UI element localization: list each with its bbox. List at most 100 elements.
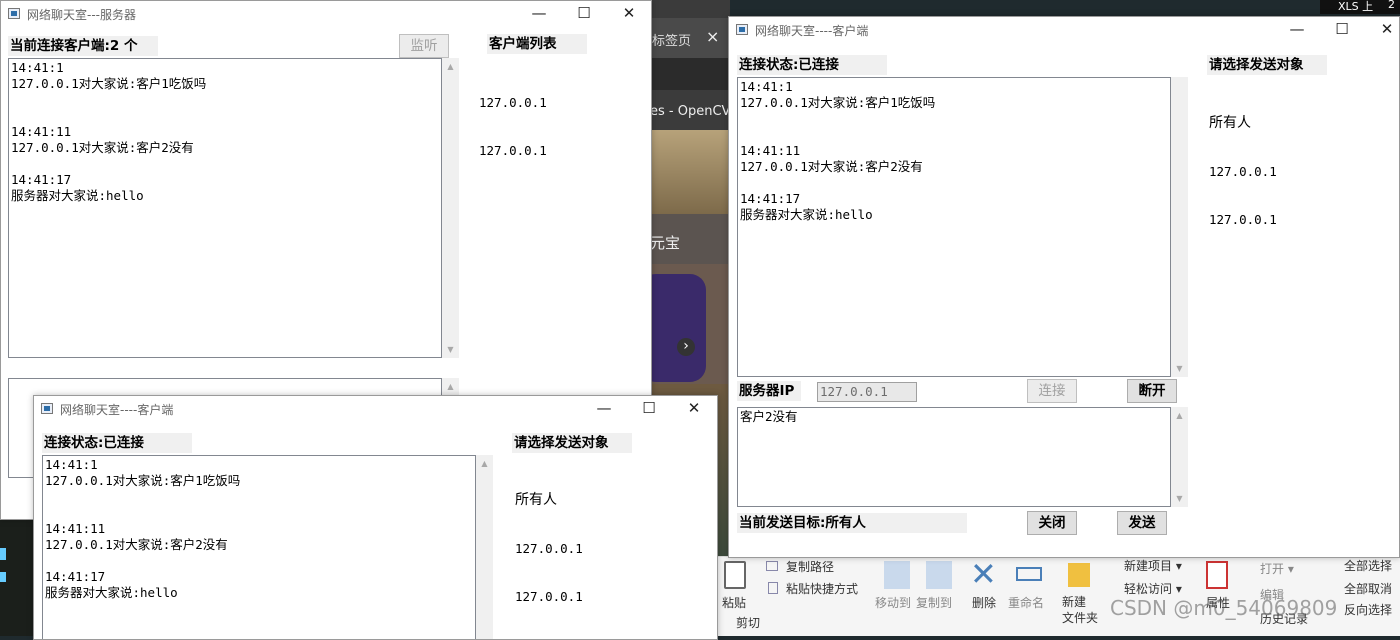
browser-panel: 元宝 [650, 214, 730, 264]
client-list[interactable]: 127.0.0.1 127.0.0.1 [479, 63, 547, 191]
browser-banner [650, 130, 730, 214]
client-titlebar: 网络聊天室----客户端 — ☐ ✕ [34, 396, 717, 422]
list-item[interactable]: 所有人 [515, 492, 583, 509]
browser-toolbar [650, 58, 730, 90]
ribbon-select-none[interactable]: 全部取消 [1344, 580, 1392, 597]
shortcut-icon [768, 582, 778, 594]
client-list-header: 客户端列表 [487, 34, 587, 54]
paste-icon [724, 561, 746, 589]
client-titlebar: 网络聊天室----客户端 — ☐ ✕ [729, 17, 1399, 43]
ribbon-select-all[interactable]: 全部选择 [1344, 557, 1392, 574]
minimize-icon[interactable]: — [582, 396, 626, 422]
new-folder-icon [1068, 563, 1090, 587]
target-list[interactable]: 所有人 127.0.0.1 127.0.0.1 [1209, 83, 1277, 260]
server-ip-label: 服务器IP [737, 381, 801, 401]
copy-path-icon [766, 561, 778, 571]
ribbon-new-folder[interactable]: 新建 文件夹 [1062, 594, 1098, 626]
browser-tab-close-icon[interactable]: × [706, 27, 719, 46]
target-list[interactable]: 所有人 127.0.0.1 127.0.0.1 [515, 460, 583, 637]
scroll-down-icon[interactable]: ▼ [1171, 360, 1188, 377]
ribbon-paste-shortcut[interactable]: 粘贴快捷方式 [786, 580, 858, 597]
app-icon [8, 8, 20, 19]
scroll-up-icon[interactable]: ▲ [1171, 407, 1188, 424]
list-item[interactable]: 所有人 [1209, 115, 1277, 132]
compose-input[interactable]: 客户2没有 [737, 407, 1171, 507]
server-window-title: 网络聊天室---服务器 [27, 8, 136, 22]
scroll-down-icon[interactable]: ▼ [1171, 490, 1188, 507]
ribbon-move-to[interactable]: 移动到 [875, 594, 911, 611]
listen-button[interactable]: 监听 [399, 34, 449, 58]
delete-icon: ✕ [970, 555, 997, 593]
close-icon[interactable]: ✕ [607, 1, 651, 27]
scroll-up-icon[interactable]: ▲ [442, 378, 459, 395]
server-log-scrollbar[interactable]: ▲ ▼ [442, 58, 459, 358]
disconnect-button[interactable]: 断开 [1127, 379, 1177, 403]
ribbon-invert-selection[interactable]: 反向选择 [1344, 601, 1392, 618]
copy-to-icon [926, 561, 952, 589]
server-ip-input[interactable]: 127.0.0.1 [817, 382, 917, 402]
terminal-cursor-2 [0, 572, 6, 582]
scroll-up-icon[interactable]: ▲ [476, 455, 493, 472]
chat-log-scrollbar[interactable]: ▼ [1171, 77, 1188, 377]
browser-tab-strip: 标签页 × [650, 18, 730, 58]
browser-text: 元宝 [650, 234, 681, 252]
csdn-watermark: CSDN @m0_54069809 [1110, 596, 1338, 620]
current-target: 当前发送目标:所有人 [737, 513, 967, 533]
move-to-icon [884, 561, 910, 589]
close-icon[interactable]: ✕ [672, 396, 716, 422]
browser-link[interactable]: es - OpenCV [650, 104, 730, 119]
send-button[interactable]: 发送 [1117, 511, 1167, 535]
minimize-icon[interactable]: — [1275, 17, 1319, 43]
close-icon[interactable]: ✕ [1365, 17, 1399, 43]
target-header: 请选择发送对象 [512, 433, 632, 453]
app-icon [736, 24, 748, 35]
browser-next-icon[interactable]: › [677, 338, 695, 356]
server-client-count: 当前连接客户端:2 个 [8, 36, 158, 56]
ribbon-open[interactable]: 打开 ▾ [1260, 560, 1294, 577]
maximize-icon[interactable]: ☐ [562, 1, 606, 27]
ribbon-delete[interactable]: 删除 [972, 594, 996, 611]
client-window-title: 网络聊天室----客户端 [60, 403, 174, 417]
chat-log[interactable]: 14:41:1 127.0.0.1对大家说:客户1吃饭吗 14:41:11 12… [42, 455, 476, 639]
ribbon-cut[interactable]: 剪切 [736, 614, 760, 631]
client-window-right: 网络聊天室----客户端 — ☐ ✕ 连接状态:已连接 请选择发送对象 14:4… [728, 16, 1400, 558]
list-item[interactable]: 127.0.0.1 [1209, 164, 1277, 180]
taskbar-text: XLS 上 [1338, 0, 1374, 13]
chat-log-scrollbar[interactable]: ▲ [476, 455, 493, 639]
background-terminal [0, 520, 34, 636]
chat-log[interactable]: 14:41:1 127.0.0.1对大家说:客户1吃饭吗 14:41:11 12… [737, 77, 1171, 377]
connection-status: 连接状态:已连接 [737, 55, 887, 75]
minimize-icon[interactable]: — [517, 1, 561, 27]
client-window-title: 网络聊天室----客户端 [755, 24, 869, 38]
list-item[interactable]: 127.0.0.1 [479, 143, 547, 159]
ribbon-easy-access[interactable]: 轻松访问 ▾ [1124, 580, 1182, 597]
compose-scrollbar[interactable]: ▲ ▼ [1171, 407, 1188, 507]
maximize-icon[interactable]: ☐ [627, 396, 671, 422]
browser-card: › [640, 264, 730, 384]
scroll-up-icon[interactable]: ▲ [442, 58, 459, 75]
target-header: 请选择发送对象 [1207, 55, 1327, 75]
ribbon-copy-to[interactable]: 复制到 [916, 594, 952, 611]
server-titlebar: 网络聊天室---服务器 — ☐ ✕ [1, 1, 651, 27]
close-button[interactable]: 关闭 [1027, 511, 1077, 535]
list-item[interactable]: 127.0.0.1 [479, 95, 547, 111]
rename-icon [1016, 567, 1042, 581]
maximize-icon[interactable]: ☐ [1320, 17, 1364, 43]
ribbon-rename[interactable]: 重命名 [1008, 594, 1044, 611]
list-item[interactable]: 127.0.0.1 [515, 541, 583, 557]
ribbon-paste[interactable]: 粘贴 [722, 594, 746, 611]
client-window-bottom: 网络聊天室----客户端 — ☐ ✕ 连接状态:已连接 请选择发送对象 14:4… [33, 395, 718, 640]
scroll-down-icon[interactable]: ▼ [442, 341, 459, 358]
browser-tab[interactable]: 标签页 [652, 30, 691, 49]
properties-icon [1206, 561, 1228, 589]
list-item[interactable]: 127.0.0.1 [1209, 212, 1277, 228]
server-log[interactable]: 14:41:1 127.0.0.1对大家说:客户1吃饭吗 14:41:11 12… [8, 58, 442, 358]
taskbar-num: 2 [1388, 0, 1395, 11]
taskbar-corner: XLS 上 2 [1320, 0, 1400, 14]
ribbon-new-item[interactable]: 新建项目 ▾ [1124, 557, 1182, 574]
terminal-cursor [0, 548, 6, 560]
ribbon-copy-path[interactable]: 复制路径 [786, 558, 834, 575]
connect-button[interactable]: 连接 [1027, 379, 1077, 403]
connection-status: 连接状态:已连接 [42, 433, 192, 453]
list-item[interactable]: 127.0.0.1 [515, 589, 583, 605]
